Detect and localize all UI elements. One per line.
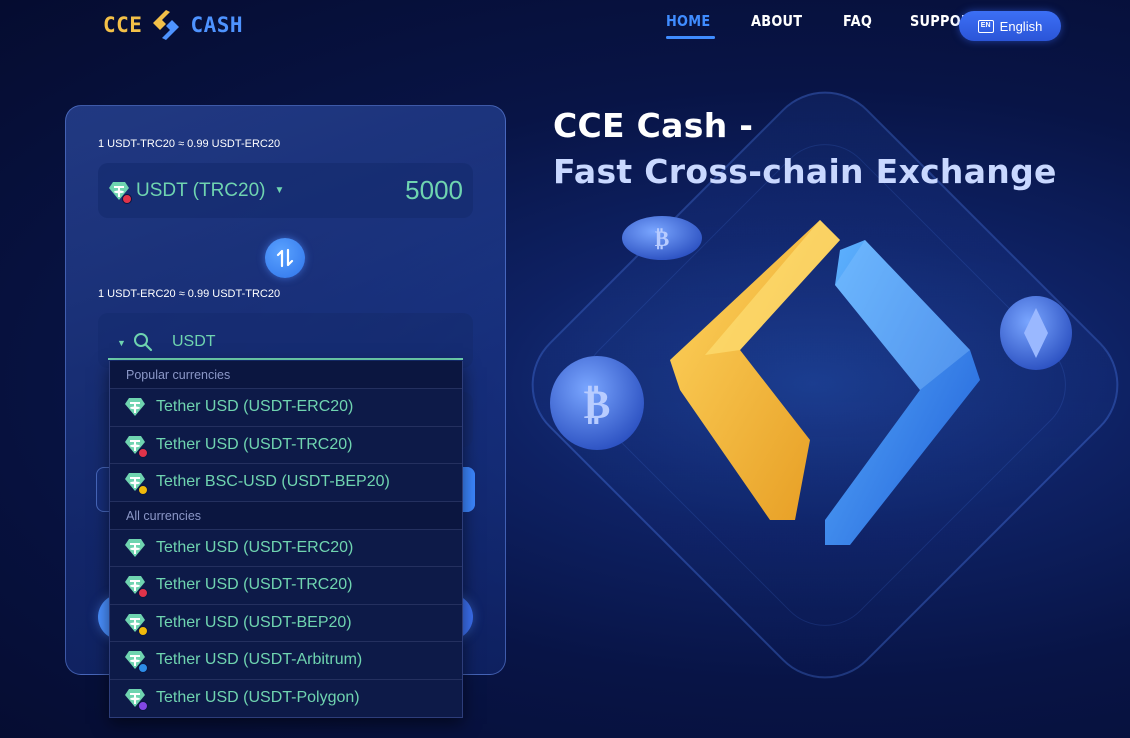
tether-icon [124,396,146,418]
brand-logo[interactable]: CCE CASH [103,6,243,44]
hero-title-line1: CCE Cash - [553,106,754,145]
currency-option-label: Tether USD (USDT-ERC20) [156,538,354,556]
currency-option-label: Tether USD (USDT-TRC20) [156,576,353,594]
currency-option-label: Tether USD (USDT-ERC20) [156,398,354,416]
bep20-badge-icon [138,485,148,496]
exchange-rate-from: 1 USDT-TRC20 ≈ 0.99 USDT-ERC20 [98,138,281,150]
currency-option[interactable]: Tether BSC-USD (USDT-BEP20) [110,464,462,502]
currency-option-label: Tether USD (USDT-TRC20) [156,435,353,453]
language-icon: EN [977,19,994,33]
nav-item-home[interactable]: HOME [666,12,715,39]
arbitrum-badge-icon [138,663,148,674]
chevron-down-icon[interactable]: ▼ [117,338,126,348]
currency-option[interactable]: Tether USD (USDT-Arbitrum) [110,642,462,680]
bep20-badge-icon [138,625,148,636]
tether-icon [124,574,148,599]
currency-option[interactable]: Tether USD (USDT-Polygon) [110,679,462,717]
bitcoin-coin-small-icon: ₿ [622,216,702,260]
exchange-rate-to: 1 USDT-ERC20 ≈ 0.99 USDT-TRC20 [98,288,281,300]
send-currency-select[interactable]: USDT (TRC20) ▼ [108,179,285,204]
gold-chevron-shape [670,220,840,520]
tether-icon [124,537,146,559]
ethereum-coin-icon [1000,296,1072,370]
brand-name-left: CCE [103,13,143,37]
currency-option-label: Tether BSC-USD (USDT-BEP20) [156,473,390,491]
currency-option[interactable]: Tether USD (USDT-ERC20) [110,389,462,427]
hero-illustration: ₿ ₿ [550,216,1072,545]
language-button[interactable]: EN English [959,11,1061,41]
tether-icon [124,687,148,712]
swap-arrows-icon [276,248,294,268]
tether-icon [108,180,132,204]
currency-option-label: Tether USD (USDT-Arbitrum) [156,651,363,669]
send-currency-name: USDT (TRC20) [136,179,266,201]
trc20-badge-icon [138,588,148,599]
language-label: English [999,18,1043,34]
currency-option[interactable]: Tether USD (USDT-TRC20) [110,426,462,464]
chevron-down-icon: ▼ [274,185,285,196]
nav-item-faq[interactable]: FAQ [843,12,872,30]
tether-icon [124,471,148,496]
search-icon [134,333,153,352]
currency-option[interactable]: Tether USD (USDT-TRC20) [110,567,462,605]
bitcoin-coin-icon: ₿ [550,356,644,450]
tether-icon [124,434,148,458]
currency-option[interactable]: Tether USD (USDT-BEP20) [110,604,462,642]
currency-dropdown: Popular currencies Tether USD (USDT-ERC2… [109,361,463,718]
tether-icon [124,649,148,674]
blue-chevron-shape [825,240,980,545]
tether-icon [124,612,148,636]
popular-currencies-header: Popular currencies [110,361,462,389]
cce-cash-logo-icon [148,7,184,43]
polygon-badge-icon [138,701,148,712]
trc20-badge-icon [122,193,132,204]
send-amount-input[interactable] [343,175,463,206]
currency-option[interactable]: Tether USD (USDT-ERC20) [110,529,462,567]
hero-title: CCE Cash - Fast Cross-chain Exchange [553,103,1057,195]
trc20-badge-icon [138,447,148,458]
svg-text:₿: ₿ [584,382,611,428]
nav-item-about[interactable]: ABOUT [751,12,802,30]
svg-text:₿: ₿ [655,227,670,252]
currency-option-label: Tether USD (USDT-BEP20) [156,613,352,631]
hero-title-line2: Fast Cross-chain Exchange [553,152,1057,191]
currency-search-input[interactable] [172,331,452,353]
swap-button[interactable] [265,238,305,278]
brand-name-right: CASH [190,13,244,37]
send-field: USDT (TRC20) ▼ [98,163,473,218]
search-underline [108,358,463,360]
all-currencies-header: All currencies [110,502,462,530]
currency-option-label: Tether USD (USDT-Polygon) [156,689,360,707]
